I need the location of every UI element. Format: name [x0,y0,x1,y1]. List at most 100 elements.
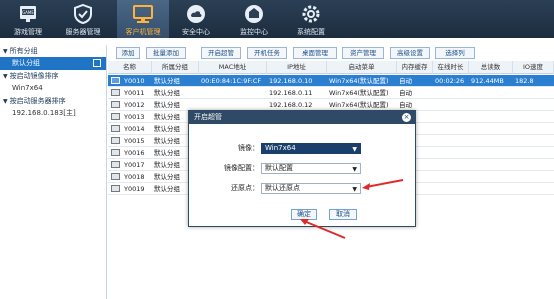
table-row[interactable]: Y0010 默认分组 00:E0:84:1C:9F:CF 192.168.0.10 Wi… [108,75,554,87]
table-cell-mac: 00:E0:84:1C:9F:CF [201,77,262,85]
nav-security-center[interactable]: 安全中心 [170,0,222,38]
image-config-value: 默认配置 [265,164,293,172]
column-mac[interactable]: MAC地址 [199,61,267,74]
sidebar-item-label: 默认分组 [12,59,40,67]
sidebar-header-label: 按启动镜像排序 [9,72,59,80]
nav-server-management[interactable]: 服务器管理 [57,0,109,38]
batch-add-button[interactable]: 批量添加 [146,47,186,59]
table-cell-ip: 192.168.0.11 [269,89,313,97]
ok-button[interactable]: 确定 [291,209,317,220]
enable-supervisor-button[interactable]: 开启超管 [201,47,241,59]
sidebar: ▼ 所有分组 默认分组 ▼ 按启动镜像排序 Win7x64 ▼ 按启动服务器排序 19… [0,45,107,299]
table-cell-online [433,159,469,171]
table-header: 名称 所属分组 MAC地址 IP地址 启动菜单 内存缓存 在线时长 总读数 IO… [108,61,554,74]
table-cell-menu: Win7x64(默认配置) [329,89,389,97]
table-cell-name: Y0018 [124,173,145,181]
chevron-down-icon: ▼ [352,166,357,173]
table-cell-read [469,171,513,183]
table-cell-read [469,87,513,99]
toolbar: 添加 批量添加 开启超管 开机任务 桌面管理 资产管理 高级设置 选择列 [108,45,554,59]
chevron-down-icon: ▼ [352,146,357,153]
nav-label: 游戏管理 [14,28,42,36]
sidebar-server-header[interactable]: ▼ 按启动服务器排序 [0,95,106,107]
table-cell-online [433,99,469,111]
table-cell-name: Y0016 [124,149,145,157]
table-cell-read [469,159,513,171]
column-online-time[interactable]: 在线时长 [433,61,469,74]
dialog-title-bar: 开启超管 × [189,111,415,124]
table-cell-name: Y0012 [124,101,145,109]
restore-point-label: 还原点： [231,184,259,192]
close-icon[interactable]: × [402,113,411,122]
restore-point-select[interactable]: 默认还原点 ▼ [261,183,361,194]
cloud-icon [187,5,205,23]
table-cell-online: 00:02:26 [435,77,465,85]
image-select[interactable]: Win7x64 ▼ [261,143,361,154]
table-cell-mac [199,87,267,99]
asset-manage-button[interactable]: 资产管理 [342,47,384,59]
computer-icon [111,161,120,168]
top-navigation: GAME 游戏管理 服务器管理 客户机管理 安全中心 监控中心 系统配置 [0,0,554,38]
column-io-speed[interactable]: IO速度 [513,61,554,74]
column-name[interactable]: 名称 [108,61,152,74]
add-button[interactable]: 添加 [116,47,140,59]
table-cell-io [513,99,554,111]
table-cell-io [513,147,554,159]
sidebar-item-default-group[interactable]: 默认分组 [0,57,106,70]
table-cell-name: Y0011 [124,89,145,97]
sidebar-groups-header[interactable]: ▼ 所有分组 [0,45,106,57]
shield-icon [74,3,92,25]
table-cell-io [513,87,554,99]
sidebar-image-header[interactable]: ▼ 按启动镜像排序 [0,70,106,82]
computer-icon [111,77,120,84]
sidebar-header-label: 按启动服务器排序 [9,97,66,105]
nav-label: 系统配置 [297,28,325,36]
sidebar-item-label: 192.168.0.183[主] [12,109,76,117]
table-row[interactable]: Y0011 默认分组 192.168.0.11 Win7x64(默认配置) 自动 [108,87,554,99]
sidebar-header-label: 所有分组 [9,47,38,55]
computer-icon [111,173,120,180]
table-cell-io [513,159,554,171]
table-cell-io [513,123,554,135]
table-cell-name: Y0015 [124,137,145,145]
desktop-manage-button[interactable]: 桌面管理 [293,47,337,59]
column-total-read[interactable]: 总读数 [469,61,513,74]
nav-monitor-center[interactable]: 监控中心 [228,0,280,38]
table-cell-read: 912.44MB [471,77,504,85]
computer-icon [111,89,120,96]
game-icon: GAME [20,6,36,22]
table-cell-online [433,147,469,159]
edit-icon[interactable] [93,59,101,67]
sidebar-item-win7x64[interactable]: Win7x64 [0,82,106,95]
table-cell-read [469,135,513,147]
nav-system-config[interactable]: 系统配置 [285,0,337,38]
column-cache[interactable]: 内存缓存 [397,61,433,74]
dialog-title: 开启超管 [194,113,222,121]
chevron-down-icon: ▼ [352,186,357,193]
table-cell-name: Y0014 [124,125,145,133]
table-cell-online [433,135,469,147]
table-cell-name: Y0013 [124,113,145,121]
select-columns-button[interactable]: 选择列 [435,47,475,59]
nav-label: 安全中心 [182,28,210,36]
monitor-icon [245,5,263,23]
column-boot-menu[interactable]: 启动菜单 [327,61,397,74]
nav-game-management[interactable]: GAME 游戏管理 [2,0,54,38]
nav-label: 服务器管理 [65,28,101,36]
nav-client-management[interactable]: 客户机管理 [117,0,169,38]
table-cell-read [469,99,513,111]
table-cell-read [469,111,513,123]
advanced-settings-button[interactable]: 高级设置 [390,47,430,59]
cancel-button[interactable]: 取消 [329,209,357,220]
sidebar-item-server[interactable]: 192.168.0.183[主] [0,107,106,120]
restore-point-value: 默认还原点 [265,184,300,192]
boot-task-button[interactable]: 开机任务 [247,47,287,59]
image-config-select[interactable]: 默认配置 ▼ [261,163,361,174]
table-cell-name: Y0010 [124,77,145,85]
table-cell-io [513,135,554,147]
computer-icon [111,125,120,132]
computer-icon [111,137,120,144]
column-group[interactable]: 所属分组 [152,61,199,74]
column-ip[interactable]: IP地址 [267,61,327,74]
computer-icon [111,185,120,192]
